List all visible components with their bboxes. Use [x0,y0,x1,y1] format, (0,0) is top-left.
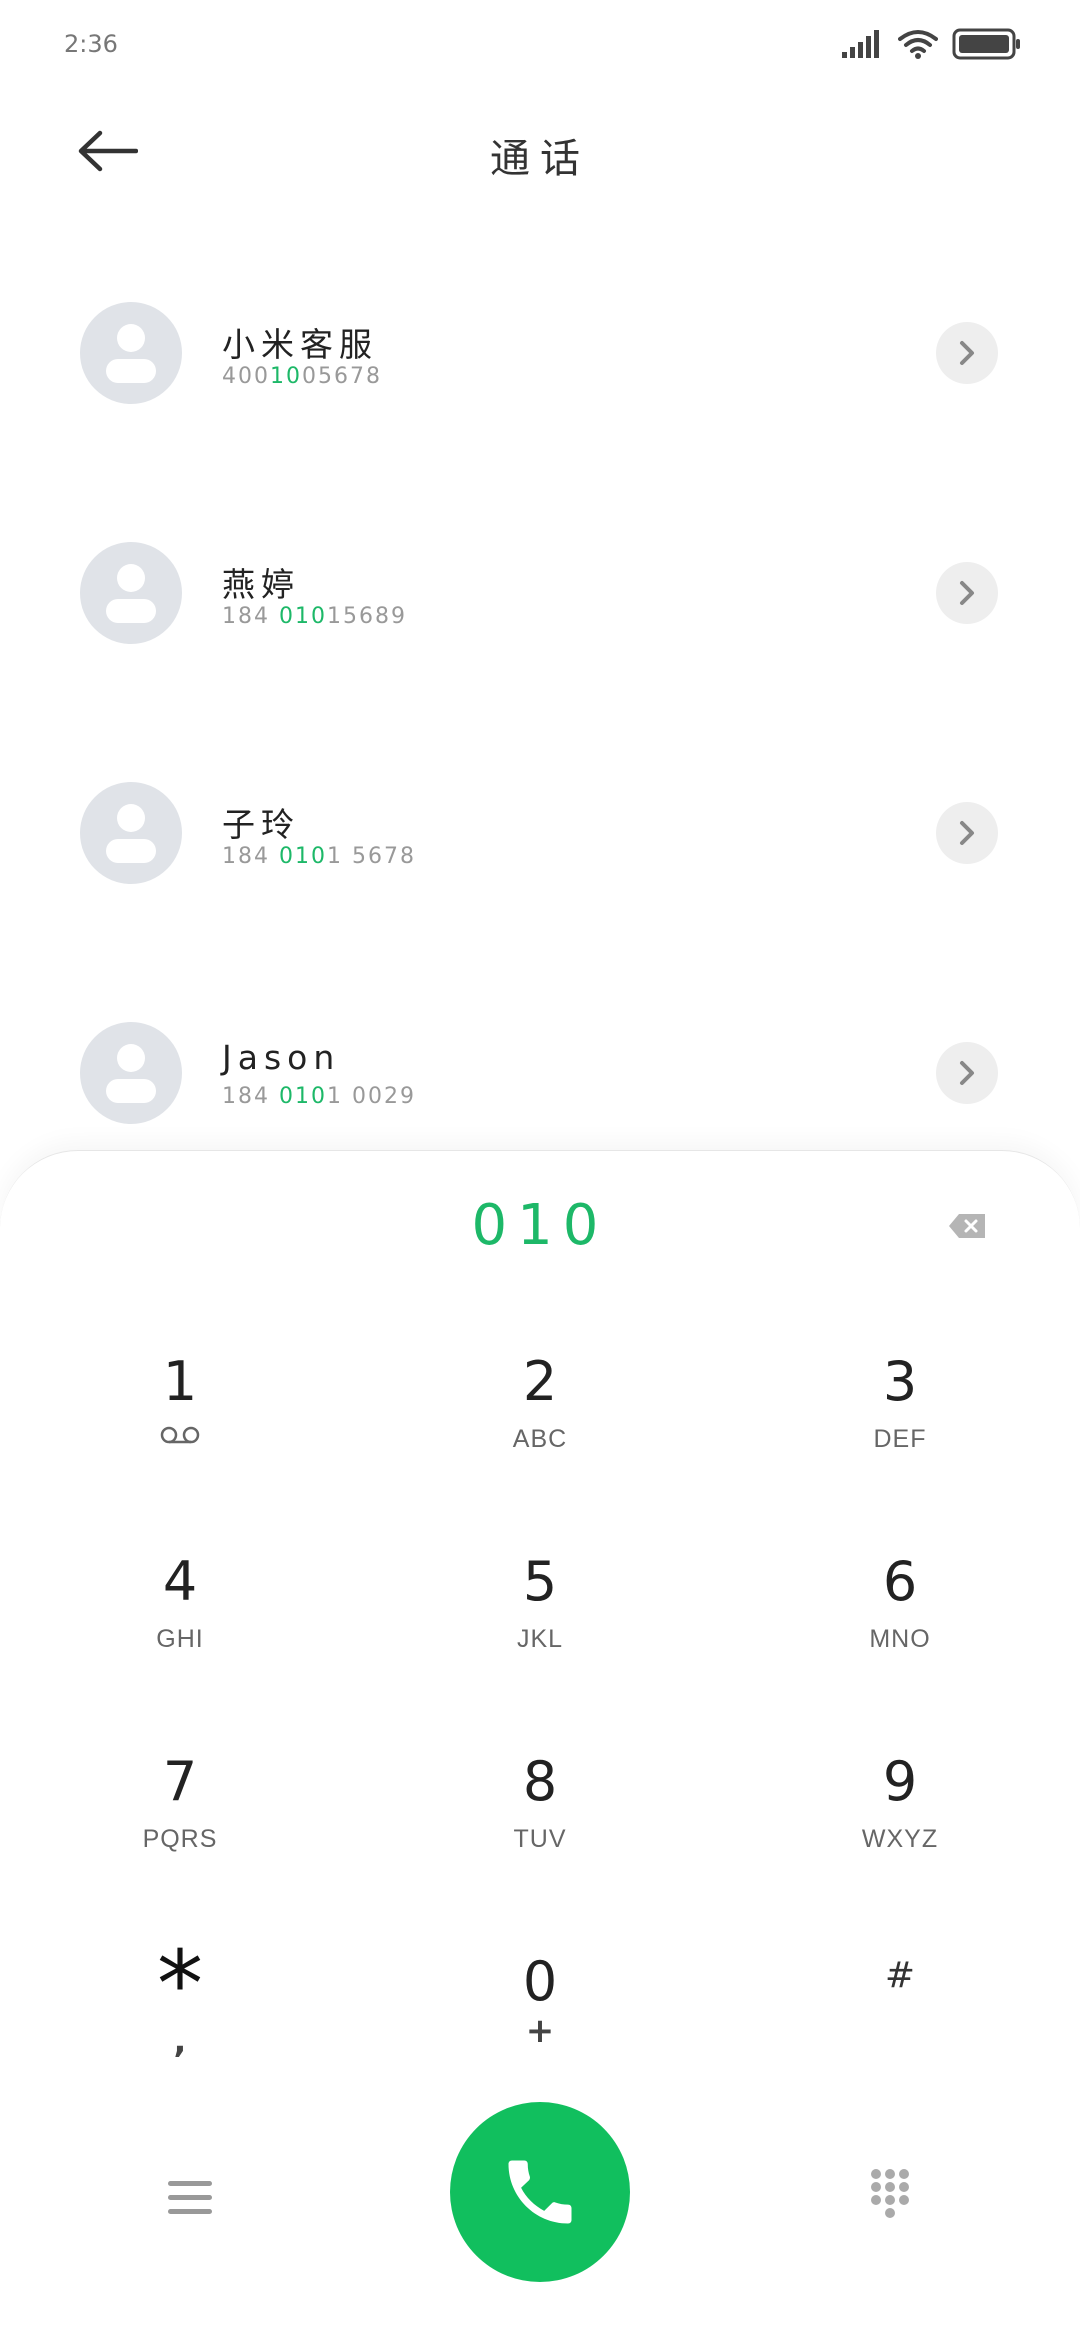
key-letters: , [173,2021,187,2061]
key-4[interactable]: 4 GHI [60,1531,300,1711]
dialpad-toggle-button[interactable] [850,2154,930,2234]
header: 通话 [0,96,1080,216]
key-digit: 4 [162,1550,198,1613]
key-star[interactable]: * , [60,1931,300,2111]
contact-number: 184 01015689 [222,604,407,629]
signal-icon [842,30,879,58]
contact-row[interactable]: 燕婷 184 01015689 [0,480,1080,720]
key-digit: 6 [882,1550,918,1613]
voicemail-icon [160,1426,200,1444]
battery-icon [952,28,1020,60]
contact-detail-button[interactable] [936,1042,998,1104]
contact-number: 4001005678 [222,364,382,389]
key-letters: + [525,2011,555,2051]
key-digit: 1 [162,1350,198,1413]
backspace-button[interactable] [940,1207,994,1245]
key-letters: GHI [156,1625,204,1653]
key-letters: ABC [512,1425,568,1453]
key-5[interactable]: 5 JKL [420,1531,660,1711]
key-6[interactable]: 6 MNO [780,1531,1020,1711]
contact-name: 小米客服 [222,325,378,364]
avatar [80,782,182,884]
key-7[interactable]: 7 PQRS [60,1731,300,1911]
key-letters: WXYZ [861,1825,939,1853]
dial-input[interactable]: 010 [0,1193,1080,1258]
status-icons [842,28,1022,60]
call-button[interactable] [450,2102,630,2282]
chevron-right-icon [960,341,974,365]
key-letters: DEF [873,1425,927,1453]
avatar [80,1022,182,1124]
key-letters: TUV [513,1825,567,1853]
backspace-icon [949,1214,985,1238]
key-letters: JKL [516,1625,564,1653]
status-time: 2:36 [64,30,118,58]
contact-number: 184 0101 5678 [222,844,416,869]
key-digit: 8 [522,1750,558,1813]
key-letters: PQRS [142,1825,218,1853]
status-bar: 2:36 [0,0,1080,96]
contact-row[interactable]: 子玲 184 0101 5678 [0,720,1080,960]
key-2[interactable]: 2 ABC [420,1331,660,1511]
key-hash[interactable]: # [780,1931,1020,2111]
key-digit: 5 [522,1550,558,1613]
page-title: 通话 [490,136,590,182]
contact-number: 184 0101 0029 [222,1084,416,1109]
contact-name: 燕婷 [222,565,300,604]
avatar [80,302,182,404]
contact-detail-button[interactable] [936,802,998,864]
contact-list: 小米客服 4001005678 燕婷 184 01015689 子玲 184 0… [0,240,1080,1200]
chevron-right-icon [960,581,974,605]
contact-name: Jason [222,1038,341,1077]
phone-icon [508,2160,572,2224]
key-digit: 3 [882,1350,918,1413]
contact-row[interactable]: 小米客服 4001005678 [0,240,1080,480]
key-1[interactable]: 1 [60,1331,300,1511]
contact-detail-button[interactable] [936,562,998,624]
key-8[interactable]: 8 TUV [420,1731,660,1911]
key-digit: 0 [522,1950,558,2013]
key-letters: MNO [869,1625,931,1653]
dialpad-icon [871,2169,909,2218]
wifi-icon [898,30,938,59]
key-digit: 7 [162,1750,198,1813]
menu-icon [168,2181,212,2214]
contact-name: 子玲 [222,805,300,844]
key-0[interactable]: 0 + [420,1931,660,2111]
key-digit: 9 [882,1750,918,1813]
contact-detail-button[interactable] [936,322,998,384]
key-3[interactable]: 3 DEF [780,1331,1020,1511]
key-digit: * [157,1931,203,2038]
avatar [80,542,182,644]
menu-button[interactable] [150,2158,230,2238]
key-digit: # [884,1955,916,1996]
key-9[interactable]: 9 WXYZ [780,1731,1020,1911]
bottom-bar [0,2100,1080,2282]
chevron-right-icon [960,821,974,845]
chevron-right-icon [960,1061,974,1085]
key-digit: 2 [522,1350,558,1413]
